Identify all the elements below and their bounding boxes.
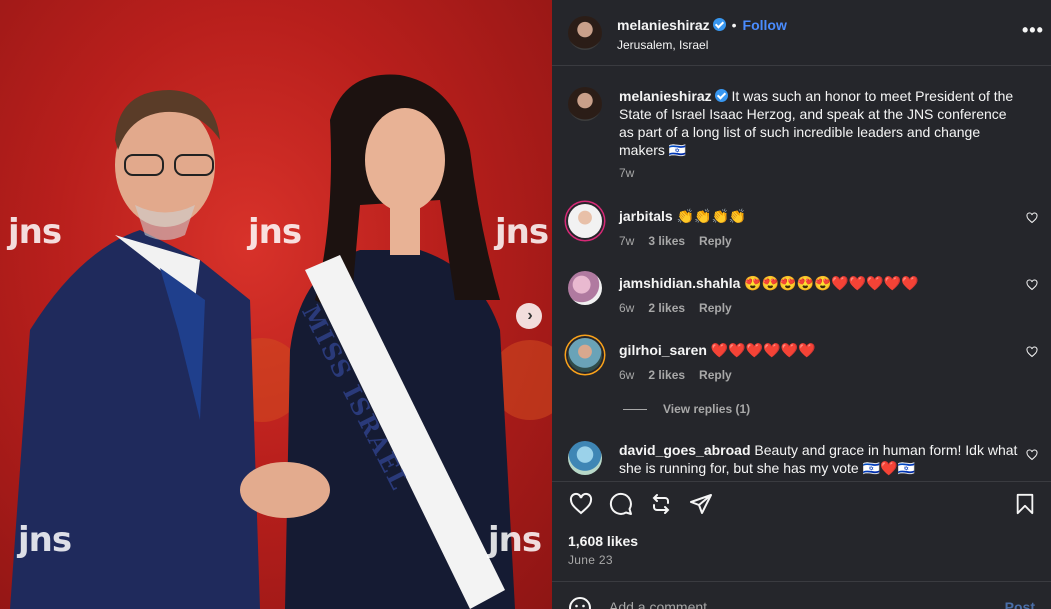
- action-bar: 1,608 likes June 23: [552, 481, 1051, 581]
- caption-time: 7w: [619, 166, 635, 180]
- comment-item: jarbitals 👏👏👏👏 7w 3 likes Reply: [568, 204, 1038, 254]
- avatar[interactable]: [568, 441, 602, 475]
- share-icon[interactable]: [649, 492, 673, 516]
- heart-icon[interactable]: [568, 492, 594, 516]
- caption: melanieshiraz It was such an honor to me…: [568, 87, 1038, 187]
- jns-watermark: jns: [495, 212, 549, 252]
- comment-meta: 6w 2 likes Reply: [619, 368, 732, 382]
- location-link[interactable]: Jerusalem, Israel: [617, 38, 708, 52]
- caption-text: melanieshiraz It was such an honor to me…: [619, 87, 1019, 159]
- username-link[interactable]: gilrhoi_saren: [619, 342, 707, 358]
- comment-time: 7w: [619, 234, 635, 248]
- heart-icon[interactable]: [1026, 279, 1038, 291]
- comment-item: jamshidian.shahla 😍😍😍😍😍❤️❤️❤️❤️❤️ 6w 2 li…: [568, 271, 1038, 321]
- comment-body: gilrhoi_saren ❤️❤️❤️❤️❤️❤️: [619, 341, 1019, 359]
- photo-illustration: [10, 74, 552, 609]
- avatar[interactable]: [568, 16, 602, 50]
- avatar[interactable]: [568, 338, 602, 372]
- likes-count[interactable]: 2 likes: [648, 301, 685, 315]
- more-icon[interactable]: •••: [1022, 21, 1044, 39]
- reply-button[interactable]: Reply: [699, 368, 732, 382]
- username-link[interactable]: jarbitals: [619, 208, 673, 224]
- post-photo[interactable]: jns jns jns jns jns MISS ISRAEL ›: [0, 0, 552, 609]
- comment-meta: 7w 3 likes Reply: [619, 234, 732, 248]
- username-link[interactable]: jamshidian.shahla: [619, 275, 740, 291]
- emoji-icon[interactable]: [568, 596, 592, 609]
- likes-count[interactable]: 3 likes: [648, 234, 685, 248]
- comment-composer: Post: [552, 581, 1051, 609]
- comment-time: 6w: [619, 301, 635, 315]
- comment-meta: 6w 2 likes Reply: [619, 301, 732, 315]
- likes-count[interactable]: 2 likes: [648, 368, 685, 382]
- post-header: melanieshiraz • Follow Jerusalem, Israel •…: [552, 0, 1051, 66]
- next-photo-button[interactable]: ›: [516, 303, 542, 329]
- comments-list[interactable]: melanieshiraz It was such an honor to me…: [552, 67, 1051, 481]
- comment-body: jamshidian.shahla 😍😍😍😍😍❤️❤️❤️❤️❤️: [619, 274, 1019, 292]
- comment-body: jarbitals 👏👏👏👏: [619, 207, 1019, 225]
- avatar[interactable]: [568, 271, 602, 305]
- comment-text: 👏👏👏👏: [676, 208, 747, 224]
- avatar[interactable]: [568, 87, 602, 121]
- comment-time: 6w: [619, 368, 635, 382]
- comment-icon[interactable]: [609, 492, 633, 516]
- verified-icon: [714, 89, 728, 102]
- heart-icon[interactable]: [1026, 212, 1038, 224]
- comment-item: david_goes_abroad Beauty and grace in hu…: [568, 441, 1038, 481]
- jns-watermark: jns: [488, 520, 542, 560]
- header-user: melanieshiraz • Follow: [617, 17, 787, 35]
- follow-button[interactable]: Follow: [743, 17, 787, 33]
- jns-watermark: jns: [8, 212, 62, 252]
- username-link[interactable]: melanieshiraz: [619, 88, 712, 104]
- post-sidebar: melanieshiraz • Follow Jerusalem, Israel •…: [552, 0, 1051, 609]
- reply-button[interactable]: Reply: [699, 301, 732, 315]
- username-link[interactable]: melanieshiraz: [617, 17, 710, 33]
- post-comment-button[interactable]: Post: [1005, 599, 1035, 609]
- jns-watermark: jns: [248, 212, 302, 252]
- post-date: June 23: [568, 553, 613, 567]
- jns-watermark: jns: [18, 520, 72, 560]
- comment-item: gilrhoi_saren ❤️❤️❤️❤️❤️❤️ 6w 2 likes Repl…: [568, 338, 1038, 388]
- likes-count[interactable]: 1,608 likes: [568, 533, 638, 549]
- heart-icon[interactable]: [1026, 449, 1038, 461]
- view-replies-button[interactable]: View replies (1): [623, 402, 750, 416]
- comment-body: david_goes_abroad Beauty and grace in hu…: [619, 441, 1019, 477]
- avatar[interactable]: [568, 204, 602, 238]
- chevron-right-icon: ›: [527, 307, 533, 324]
- username-link[interactable]: david_goes_abroad: [619, 442, 751, 458]
- reply-button[interactable]: Reply: [699, 234, 732, 248]
- comment-text: 😍😍😍😍😍❤️❤️❤️❤️❤️: [744, 275, 919, 291]
- verified-icon: [712, 18, 726, 31]
- heart-icon[interactable]: [1026, 346, 1038, 358]
- separator-dot: •: [731, 17, 737, 33]
- send-icon[interactable]: [689, 492, 713, 516]
- comment-input[interactable]: [609, 599, 989, 609]
- bookmark-icon[interactable]: [1014, 492, 1036, 516]
- comment-text: ❤️❤️❤️❤️❤️❤️: [710, 342, 816, 358]
